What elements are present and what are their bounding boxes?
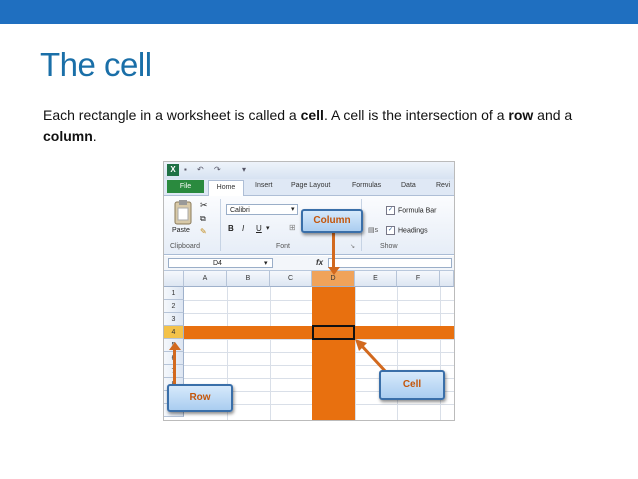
column-header[interactable]: F [397, 271, 440, 287]
save-icon[interactable]: ▪ [184, 166, 193, 174]
redo-icon[interactable]: ↷ [214, 166, 223, 174]
para-bold-column: column [43, 128, 93, 144]
column-header[interactable] [440, 271, 454, 287]
italic-button[interactable]: I [242, 224, 244, 233]
chevron-down-icon[interactable]: ▾ [264, 259, 268, 267]
name-box[interactable]: D4 [168, 258, 273, 268]
font-group-label: Font [276, 243, 291, 250]
headings-label: Headings [398, 227, 428, 235]
ribbon-tabs: File Home Insert Page Layout Formulas Da… [164, 179, 454, 196]
column-callout: Column [301, 209, 363, 233]
show-group-label: Show [380, 243, 398, 250]
slide-paragraph: Each rectangle in a worksheet is called … [43, 105, 583, 147]
column-highlight [312, 287, 355, 420]
row-arrow [173, 347, 176, 387]
arrow-down-icon [328, 267, 340, 275]
column-header[interactable]: B [227, 271, 270, 287]
font-name-box[interactable]: Calibri [226, 204, 298, 215]
tab-home[interactable]: Home [208, 180, 244, 196]
gridlines-icon[interactable]: ▤s [368, 226, 378, 234]
slide-title: The cell [40, 46, 152, 83]
quick-access-toolbar: X ▪ ↶ ↷ ▾ [164, 162, 454, 179]
para-text-3: and a [533, 107, 573, 123]
para-bold-cell: cell [300, 107, 324, 123]
checkbox-checked-icon[interactable]: ✓ [386, 226, 395, 235]
tab-formulas[interactable]: Formulas [352, 182, 381, 189]
bold-button[interactable]: B [228, 224, 234, 233]
column-header[interactable]: E [355, 271, 397, 287]
fx-icon[interactable]: fx [316, 258, 323, 267]
para-text-2: . A cell is the intersection of a [323, 107, 509, 123]
underline-button[interactable]: U [256, 224, 262, 233]
para-text-4: . [92, 128, 97, 144]
para-text-1: Each rectangle in a worksheet is called … [43, 107, 301, 123]
undo-icon[interactable]: ↶ [197, 166, 206, 174]
customize-icon[interactable]: ▾ [242, 166, 251, 174]
row-header[interactable]: 2 [164, 300, 184, 313]
row-header[interactable]: 4 [164, 326, 184, 339]
row-header[interactable]: 3 [164, 313, 184, 326]
format-painter-icon[interactable]: ✎ [200, 227, 207, 236]
excel-screenshot: X ▪ ↶ ↷ ▾ File Home Insert Page Layout F… [163, 161, 455, 421]
para-bold-row: row [508, 107, 534, 123]
tab-file[interactable]: File [167, 180, 204, 193]
paste-icon[interactable] [172, 200, 194, 226]
tab-review[interactable]: Revi [436, 182, 450, 189]
select-all-corner[interactable] [164, 271, 184, 287]
cut-icon[interactable]: ✂ [200, 200, 208, 211]
tab-page-layout[interactable]: Page Layout [291, 182, 330, 189]
column-header[interactable]: A [184, 271, 227, 287]
copy-icon[interactable]: ⧉ [200, 214, 206, 224]
ribbon-separator [220, 199, 221, 251]
underline-dropdown-icon[interactable]: ▾ [266, 224, 270, 232]
gridline [270, 287, 271, 420]
row-callout: Row [167, 384, 233, 412]
cell-callout: Cell [379, 370, 445, 400]
row-header[interactable]: 1 [164, 287, 184, 300]
formula-bar-label: Formula Bar [398, 207, 437, 215]
column-header[interactable]: C [270, 271, 312, 287]
formula-bar: D4 ▾ fx [164, 256, 454, 271]
paste-label[interactable]: Paste [172, 227, 190, 234]
checkbox-checked-icon[interactable]: ✓ [386, 206, 395, 215]
tab-insert[interactable]: Insert [255, 182, 273, 189]
headings-option[interactable]: ✓ Headings [386, 226, 428, 235]
gridline [440, 287, 441, 420]
top-accent-bar [0, 0, 638, 24]
column-arrow [332, 232, 335, 270]
tab-data[interactable]: Data [401, 182, 416, 189]
arrow-up-icon [169, 342, 181, 350]
dialog-launcher-icon[interactable]: ↘ [350, 243, 355, 250]
clipboard-group-label: Clipboard [170, 243, 200, 250]
formula-input[interactable] [328, 258, 452, 268]
chevron-down-icon[interactable]: ▾ [291, 205, 295, 213]
selected-cell-d4[interactable] [312, 325, 355, 340]
gridline [397, 287, 398, 420]
excel-logo-icon: X [167, 164, 179, 176]
borders-icon[interactable]: ⊞ [289, 223, 296, 232]
formula-bar-option[interactable]: ✓ Formula Bar [386, 206, 437, 215]
